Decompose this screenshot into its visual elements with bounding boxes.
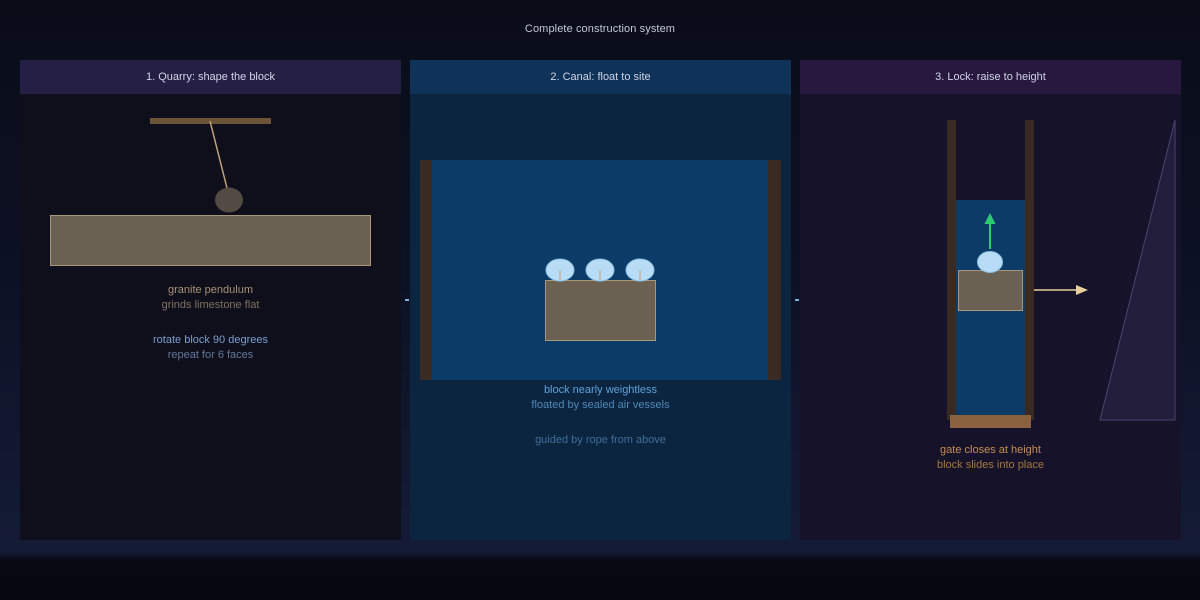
- canal-wall-left: [420, 160, 432, 380]
- pendulum-rope: [209, 120, 228, 189]
- canal-illustration: [420, 160, 781, 380]
- lock-wall-left: [947, 120, 956, 420]
- connector-quarry-to-canal: [405, 299, 409, 301]
- page-title: Complete construction system: [524, 23, 676, 35]
- caption-granite-pendulum: granite pendulum: [167, 284, 253, 296]
- slide-arrow-head: [1076, 285, 1088, 295]
- pendulum-bob: [215, 187, 243, 213]
- panel-quarry: 1. Quarry: shape the block granite pendu…: [20, 60, 401, 540]
- lock-air-vessel: [977, 251, 1003, 273]
- caption-rotate-block: rotate block 90 degrees: [153, 334, 268, 346]
- caption-nearly-weightless: block nearly weightless: [543, 384, 658, 396]
- pyramid-outline: [1099, 119, 1176, 421]
- diagram-canvas: Complete construction system 1. Quarry: …: [0, 0, 1200, 600]
- limestone-block: [50, 215, 371, 266]
- caption-grinds-limestone: grinds limestone flat: [161, 299, 260, 311]
- caption-gate-closes: gate closes at height: [940, 444, 1041, 456]
- panel-canal: 2. Canal: float to site block nearly wei…: [410, 60, 791, 540]
- panel-lock: 3. Lock: raise to height gate closes at …: [800, 60, 1181, 540]
- caption-guided-by-rope: guided by rope from above: [535, 434, 666, 446]
- floating-block: [545, 280, 656, 341]
- lock-block: [958, 270, 1023, 311]
- lock-wall-right: [1025, 120, 1034, 420]
- caption-block-slides: block slides into place: [936, 459, 1044, 471]
- connector-canal-to-lock: [795, 299, 799, 301]
- caption-repeat-faces: repeat for 6 faces: [167, 349, 254, 361]
- lock-gate-base: [950, 415, 1031, 428]
- canal-wall-right: [768, 160, 781, 380]
- caption-air-vessels: floated by sealed air vessels: [531, 399, 670, 411]
